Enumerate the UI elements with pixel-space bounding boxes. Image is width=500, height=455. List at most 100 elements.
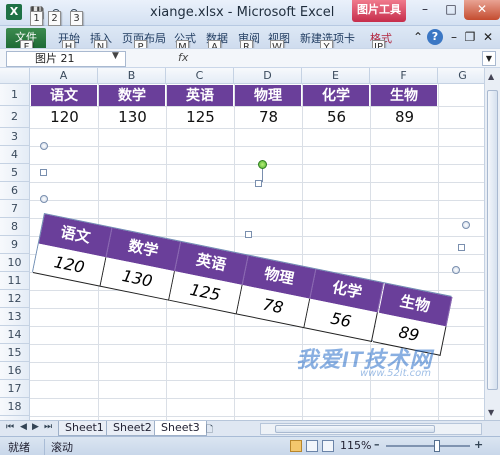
gridline xyxy=(30,146,484,147)
resize-handle-left[interactable] xyxy=(40,169,47,176)
cell-b1[interactable]: 数学 xyxy=(99,85,166,106)
row-header-11[interactable]: 11 xyxy=(0,272,30,290)
keytip-redo: 3 xyxy=(70,11,83,26)
excel-logo-icon[interactable]: X xyxy=(6,4,22,20)
workbook-close-icon[interactable]: ✕ xyxy=(480,29,496,45)
normal-view-icon[interactable] xyxy=(290,440,302,452)
horizontal-scroll-thumb[interactable] xyxy=(275,425,435,433)
gridline xyxy=(30,380,484,381)
column-header-g[interactable]: G xyxy=(438,68,484,84)
gridline xyxy=(30,200,484,201)
expand-formula-bar-icon[interactable]: ▼ xyxy=(482,51,496,66)
row-header-8[interactable]: 8 xyxy=(0,218,30,236)
row-header-3[interactable]: 3 xyxy=(0,128,30,146)
row-header-10[interactable]: 10 xyxy=(0,254,30,272)
first-sheet-icon[interactable]: ⏮ xyxy=(6,422,14,432)
watermark-url: www.52it.com xyxy=(360,368,432,379)
scroll-down-icon[interactable]: ▼ xyxy=(488,408,494,417)
row-header-6[interactable]: 6 xyxy=(0,182,30,200)
column-header-b[interactable]: B xyxy=(98,68,166,84)
next-sheet-icon[interactable]: ▶ xyxy=(32,422,39,432)
row-header-5[interactable]: 5 xyxy=(0,164,30,182)
gridline xyxy=(30,164,484,165)
page-break-view-icon[interactable] xyxy=(322,440,334,452)
resize-handle-top-left[interactable] xyxy=(40,142,48,150)
minimize-button[interactable]: – xyxy=(412,0,438,20)
insert-function-button[interactable]: fx xyxy=(178,51,188,64)
zoom-slider[interactable] xyxy=(386,445,470,447)
select-all-corner[interactable] xyxy=(0,68,30,84)
zoom-slider-thumb[interactable] xyxy=(434,440,440,452)
picture-tools-label: 图片工具 xyxy=(352,0,406,22)
zoom-level[interactable]: 115% xyxy=(340,439,371,452)
cell-d1[interactable]: 物理 xyxy=(235,85,302,106)
row-header-18[interactable]: 18 xyxy=(0,398,30,416)
row-header-7[interactable]: 7 xyxy=(0,200,30,218)
zoom-out-button[interactable]: – xyxy=(374,438,380,451)
workbook-restore-icon[interactable]: ❐ xyxy=(462,29,478,45)
help-icon[interactable]: ? xyxy=(427,29,443,45)
cell-a1[interactable]: 语文 xyxy=(31,85,98,106)
scroll-up-icon[interactable]: ▲ xyxy=(488,72,494,81)
sheet-tab-sheet1[interactable]: Sheet1 xyxy=(58,421,111,436)
gridline xyxy=(438,84,439,420)
row-header-13[interactable]: 13 xyxy=(0,308,30,326)
rotate-handle[interactable] xyxy=(258,160,267,169)
row-header-16[interactable]: 16 xyxy=(0,362,30,380)
column-header-a[interactable]: A xyxy=(30,68,98,84)
maximize-button[interactable]: □ xyxy=(438,0,464,20)
name-box[interactable]: 图片 21 xyxy=(6,51,126,67)
vertical-scrollbar[interactable]: ▲ ▼ xyxy=(484,68,500,420)
page-layout-view-icon[interactable] xyxy=(306,440,318,452)
row-header-15[interactable]: 15 xyxy=(0,344,30,362)
cell-c2[interactable]: 125 xyxy=(167,106,234,128)
chevron-down-icon[interactable]: ▼ xyxy=(112,51,119,61)
cell-f2[interactable]: 89 xyxy=(371,106,438,128)
resize-handle-bottom-left[interactable] xyxy=(40,195,48,203)
resize-handle-bottom[interactable] xyxy=(245,231,252,238)
vertical-scroll-thumb[interactable] xyxy=(487,90,498,390)
cell-e1[interactable]: 化学 xyxy=(303,85,370,106)
gridline xyxy=(30,398,484,399)
cell-e2[interactable]: 56 xyxy=(303,106,370,128)
formula-bar: 图片 21 ▼ fx ▼ xyxy=(0,48,500,68)
prev-sheet-icon[interactable]: ◀ xyxy=(20,422,27,432)
row-header-17[interactable]: 17 xyxy=(0,380,30,398)
close-button[interactable]: ✕ xyxy=(464,0,500,20)
last-sheet-icon[interactable]: ⏭ xyxy=(44,422,52,432)
row-header-14[interactable]: 14 xyxy=(0,326,30,344)
title-bar: X 💾 1 ↶ 2 ↷ 3 xiange.xlsx - Microsoft Ex… xyxy=(0,0,500,26)
resize-handle-bottom-right[interactable] xyxy=(452,266,460,274)
horizontal-scrollbar[interactable] xyxy=(260,423,482,435)
window-title: xiange.xlsx - Microsoft Excel xyxy=(150,5,335,20)
row-header-2[interactable]: 2 xyxy=(0,106,30,128)
sheet-tab-sheet3[interactable]: Sheet3 xyxy=(154,421,207,436)
column-header-d[interactable]: D xyxy=(234,68,302,84)
cell-f1[interactable]: 生物 xyxy=(371,85,438,106)
keytip-undo: 2 xyxy=(48,11,61,26)
gridline xyxy=(30,218,484,219)
column-header-c[interactable]: C xyxy=(166,68,234,84)
keytip-save: 1 xyxy=(30,11,43,26)
resize-handle-top-right[interactable] xyxy=(462,221,470,229)
cell-a2[interactable]: 120 xyxy=(31,106,98,128)
workbook-minimize-icon[interactable]: – xyxy=(446,29,462,45)
row-header-4[interactable]: 4 xyxy=(0,146,30,164)
minimize-ribbon-icon[interactable]: ⌃ xyxy=(410,29,426,45)
column-header-e[interactable]: E xyxy=(302,68,370,84)
column-header-f[interactable]: F xyxy=(370,68,438,84)
resize-handle-right[interactable] xyxy=(458,244,465,251)
row-header-12[interactable]: 12 xyxy=(0,290,30,308)
cell-c1[interactable]: 英语 xyxy=(167,85,234,106)
sheet-tab-sheet2[interactable]: Sheet2 xyxy=(106,421,159,436)
linked-picture[interactable]: 语文 数学 英语 物理 化学 生物 120 130 125 78 56 89 xyxy=(32,213,453,356)
zoom-in-button[interactable]: + xyxy=(474,438,483,451)
cell-b2[interactable]: 130 xyxy=(99,106,166,128)
gridline xyxy=(30,416,484,417)
worksheet-grid[interactable]: A B C D E F G 1 2 3 4 5 6 7 8 9 10 11 12… xyxy=(0,68,484,420)
cell-d2[interactable]: 78 xyxy=(235,106,302,128)
row-header-1[interactable]: 1 xyxy=(0,84,30,106)
row-header-9[interactable]: 9 xyxy=(0,236,30,254)
gridline xyxy=(30,128,484,129)
resize-handle-top[interactable] xyxy=(255,180,262,187)
